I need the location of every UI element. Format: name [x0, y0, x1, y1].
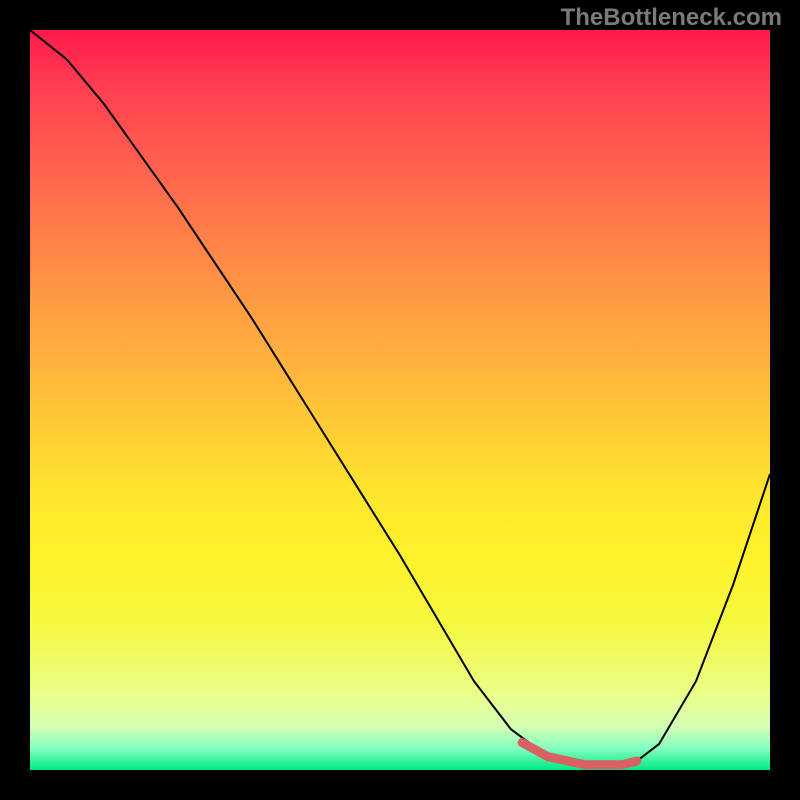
chart-frame: TheBottleneck.com [0, 0, 800, 800]
chart-svg [30, 30, 770, 770]
chart-plot-area [30, 30, 770, 770]
highlight-segment [522, 743, 637, 765]
watermark-text: TheBottleneck.com [561, 4, 782, 32]
curve-line [30, 30, 770, 765]
